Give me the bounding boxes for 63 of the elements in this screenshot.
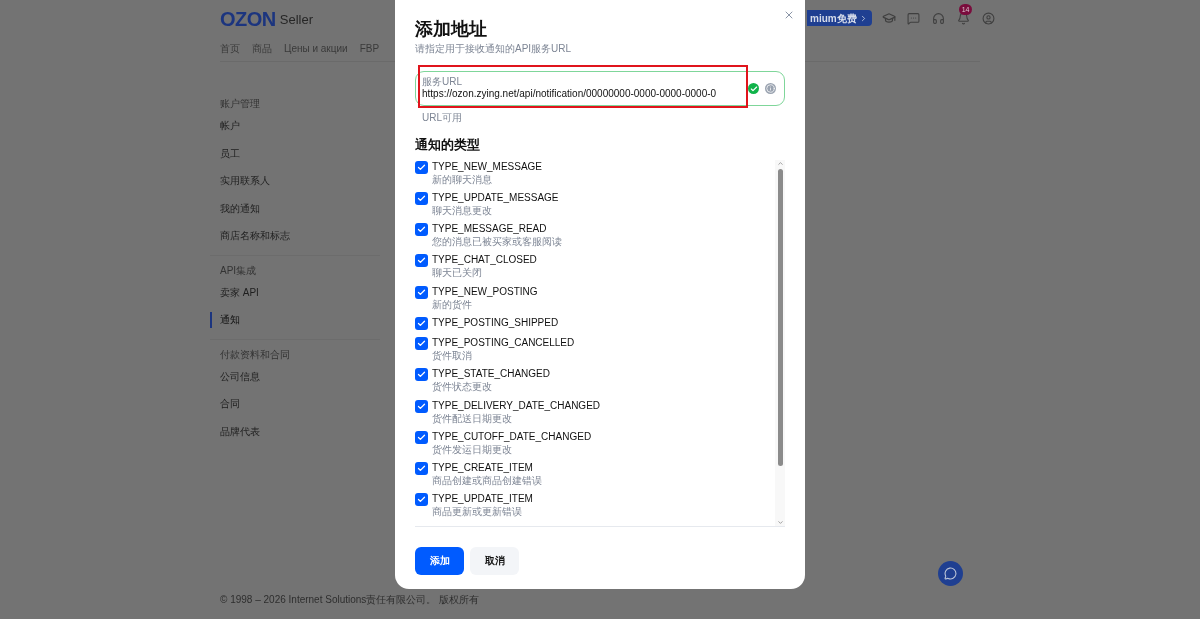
sidebar-item[interactable]: 品牌代表	[220, 423, 260, 439]
sidebar-item[interactable]: 商店名称和标志	[220, 228, 290, 244]
nav-tab[interactable]: FBP	[359, 40, 380, 56]
type-description: 货件配送日期更改	[432, 412, 513, 425]
type-name: TYPE_MESSAGE_READ	[432, 222, 548, 236]
type-name: TYPE_UPDATE_MESSAGE	[432, 190, 559, 205]
sidebar-item[interactable]: 合同	[220, 396, 240, 412]
type-name: TYPE_POSTING_CANCELLED	[432, 336, 575, 350]
cancel-button[interactable]: 取消	[470, 546, 519, 575]
checkbox[interactable]	[415, 430, 428, 444]
type-name: TYPE_CHAT_CLOSED	[432, 253, 537, 267]
field-value: https://ozon.zying.net/api/notification/00000000-0000-0000-0000-0	[422, 87, 718, 101]
dialog-subtitle: 请指定用于接收通知的API服务URL	[415, 42, 573, 56]
type-name: TYPE_NEW_POSTING	[432, 284, 538, 299]
add-button[interactable]: 添加	[415, 546, 464, 575]
type-description: 货件取消	[432, 350, 473, 362]
chat-bubble-icon	[944, 567, 957, 580]
type-description: 聊天消息更改	[432, 204, 493, 217]
type-name: TYPE_DELIVERY_DATE_CHANGED	[432, 398, 601, 413]
checkbox[interactable]	[415, 493, 428, 507]
info-icon[interactable]	[765, 83, 776, 94]
url-field[interactable]: 服务URL https://ozon.zying.net/api/notification/00000000-0000-0000-0000-0	[415, 71, 785, 106]
type-description: 聊天已关闭	[432, 267, 483, 280]
type-description: 货件发运日期更改	[432, 443, 513, 456]
logo[interactable]: OZON	[220, 4, 276, 34]
checkbox[interactable]	[415, 285, 428, 299]
checkbox[interactable]	[415, 223, 428, 237]
checkbox[interactable]	[415, 254, 428, 268]
sidebar-item[interactable]: 通知	[220, 312, 240, 328]
type-description: 新的货件	[432, 298, 473, 311]
close-icon[interactable]	[783, 9, 795, 21]
sidebar-item[interactable]: 公司信息	[220, 368, 260, 384]
checkbox[interactable]	[415, 399, 428, 413]
field-hint: URL可用	[422, 111, 462, 125]
sidebar-item[interactable]: 我的通知	[220, 200, 260, 216]
type-description: 新的聊天消息	[432, 173, 493, 186]
checkbox[interactable]	[415, 368, 428, 382]
sidebar-item[interactable]: 实用联系人	[220, 173, 270, 189]
checkbox[interactable]	[415, 160, 428, 174]
checkbox[interactable]	[415, 462, 428, 476]
type-name: TYPE_NEW_MESSAGE	[432, 159, 543, 174]
logo-suffix: Seller	[279, 10, 314, 29]
checkbox[interactable]	[415, 337, 428, 350]
type-name: TYPE_UPDATE_ITEM	[432, 492, 533, 506]
sidebar-item[interactable]: 帐户	[220, 118, 240, 134]
type-description: 商品更新或更新错误	[432, 506, 523, 519]
sidebar-item[interactable]: 员工	[220, 145, 240, 161]
type-name: TYPE_CREATE_ITEM	[432, 461, 534, 475]
section-title: 通知的类型	[415, 136, 481, 154]
type-name: TYPE_STATE_CHANGED	[432, 367, 550, 381]
sidebar-item[interactable]: 卖家 API	[220, 284, 259, 300]
checkbox[interactable]	[415, 191, 428, 205]
type-description: 货件状态更改	[432, 381, 493, 394]
type-name: TYPE_POSTING_SHIPPED	[432, 316, 559, 330]
check-circle-icon	[748, 83, 759, 94]
dialog-title: 添加地址	[415, 18, 488, 40]
type-description: 商品创建或商品创建错误	[432, 475, 542, 488]
field-label: 服务URL	[422, 76, 462, 87]
type-name: TYPE_CUTOFF_DATE_CHANGED	[432, 429, 592, 444]
checkbox[interactable]	[415, 317, 428, 330]
chat-button[interactable]	[938, 561, 963, 586]
type-description: 您的消息已被买家或客服阅读	[432, 236, 562, 249]
premium-button[interactable]: mium免费	[807, 10, 872, 26]
